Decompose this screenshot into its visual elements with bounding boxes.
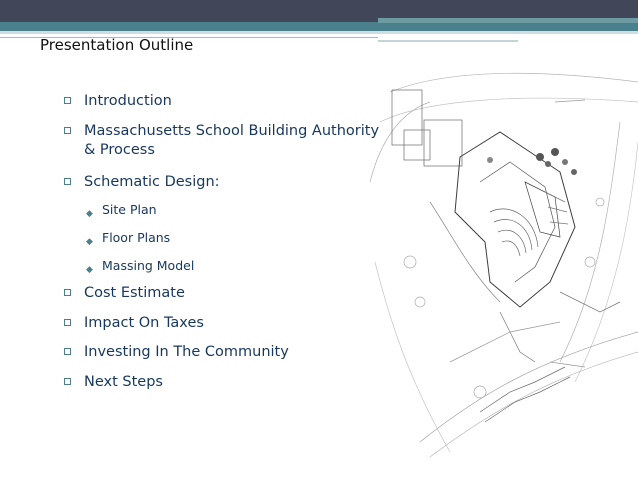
square-bullet-icon: [64, 348, 71, 355]
list-item: Next Steps: [64, 373, 163, 392]
square-bullet-icon: [64, 378, 71, 385]
list-item: Massachusetts School Building Authority …: [64, 122, 379, 160]
diamond-bullet-icon: ◆: [86, 209, 93, 219]
sub-list-item: ◆ Massing Model: [86, 258, 194, 275]
slide: Presentation Outline Introduction Massac…: [0, 0, 638, 478]
square-bullet-icon: [64, 127, 71, 134]
list-item: Investing In The Community: [64, 343, 289, 362]
square-bullet-icon: [64, 178, 71, 185]
header-bar-light: [0, 31, 638, 34]
slide-title: Presentation Outline: [40, 36, 194, 54]
square-bullet-icon: [64, 97, 71, 104]
list-item: Schematic Design:: [64, 173, 220, 192]
header-accent-line-right: [378, 40, 518, 42]
list-item: Impact On Taxes: [64, 314, 204, 333]
diamond-bullet-icon: ◆: [86, 265, 93, 275]
diamond-bullet-icon: ◆: [86, 237, 93, 247]
header-bar-teal: [0, 22, 638, 31]
list-item: Introduction: [64, 92, 172, 111]
sub-list-item: ◆ Floor Plans: [86, 230, 170, 247]
square-bullet-icon: [64, 289, 71, 296]
header-accent-line: [378, 18, 638, 23]
list-item: Cost Estimate: [64, 284, 185, 303]
square-bullet-icon: [64, 319, 71, 326]
site-plan-drawing: [369, 72, 638, 458]
sub-list-item: ◆ Site Plan: [86, 202, 157, 219]
